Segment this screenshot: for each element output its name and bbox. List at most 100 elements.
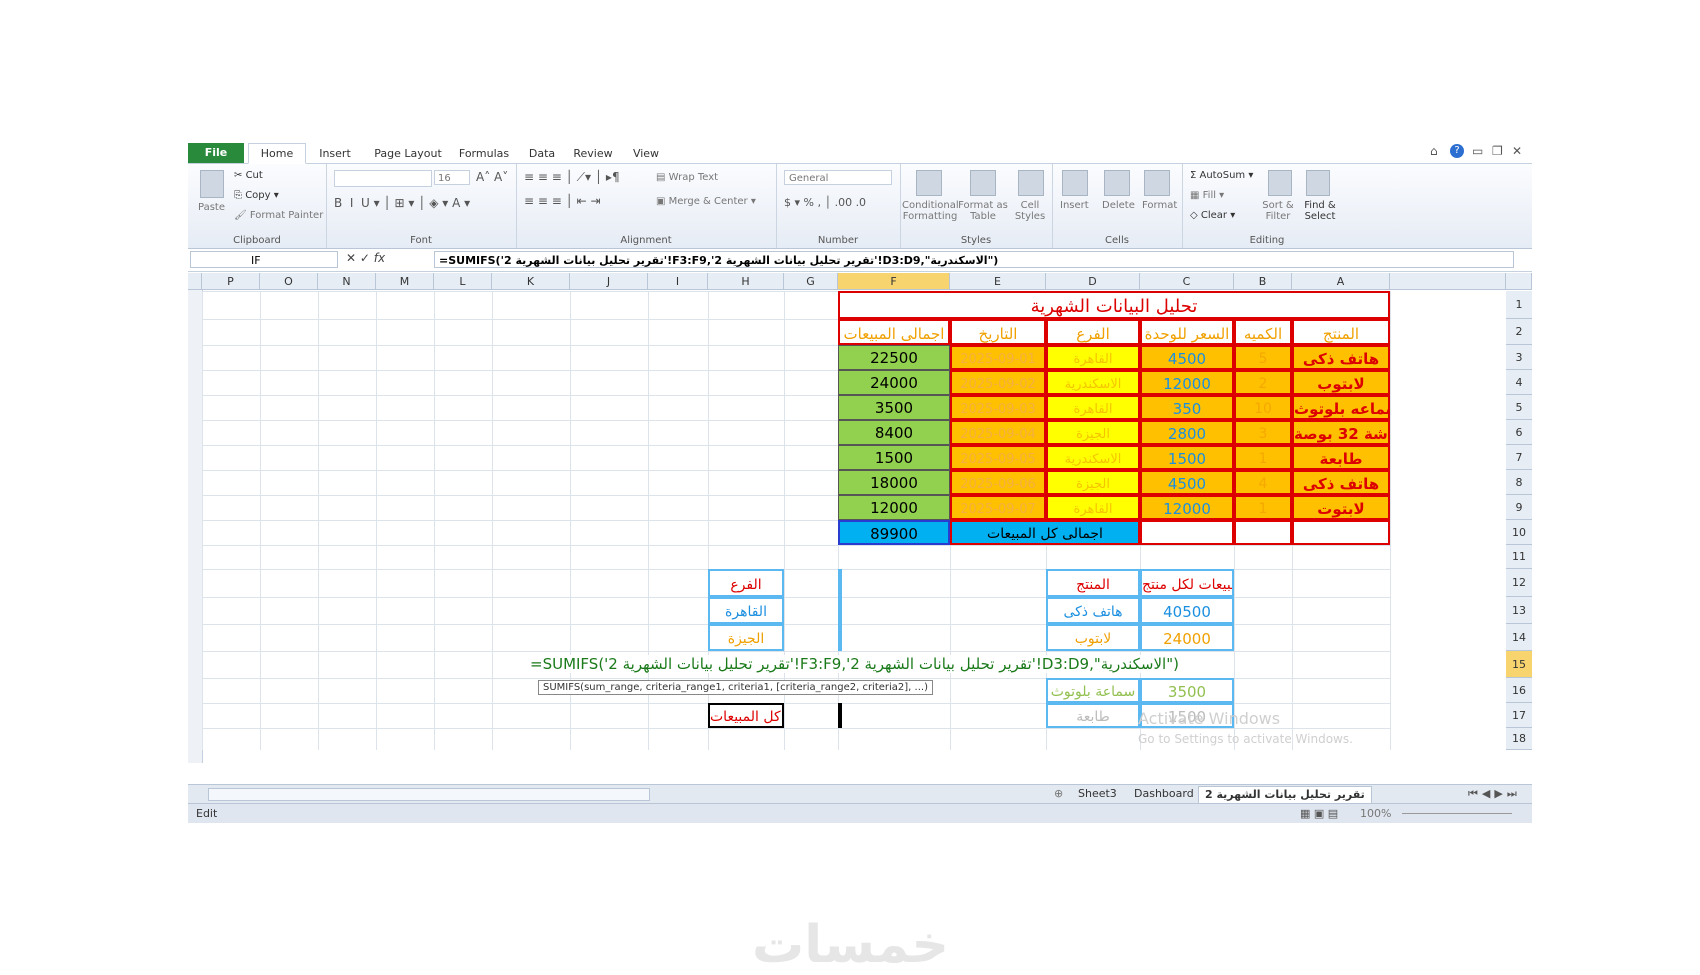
branch-cell[interactable]: الجيزة bbox=[1046, 470, 1140, 495]
window-close-icon[interactable]: ✕ bbox=[1512, 144, 1522, 158]
date-cell[interactable]: 2025-09-07 bbox=[950, 495, 1046, 520]
format-cells-icon[interactable] bbox=[1144, 170, 1170, 196]
sheet-nav-icons[interactable]: ⏮◀▶⏭ bbox=[1468, 786, 1521, 802]
branch-summary-name[interactable]: الجيزة bbox=[708, 624, 784, 651]
branch-cell[interactable]: الاسكندرية bbox=[1046, 445, 1140, 470]
column-header-j[interactable]: J bbox=[570, 273, 648, 290]
date-cell[interactable]: 2025-09-05 bbox=[950, 445, 1046, 470]
row-header-5[interactable]: 5 bbox=[1506, 395, 1532, 420]
date-cell[interactable]: 2025-09-02 bbox=[950, 370, 1046, 395]
row-header-18[interactable]: 18 bbox=[1506, 728, 1532, 750]
align-left-icons[interactable]: ≡ ≡ ≡ │ ⇤ ⇥ bbox=[524, 194, 601, 208]
row-header-12[interactable]: 12 bbox=[1506, 569, 1532, 597]
row-header-10[interactable]: 10 bbox=[1506, 520, 1532, 545]
branch-summary-branch-header[interactable]: الفرع bbox=[708, 569, 784, 597]
insert-button[interactable]: Insert bbox=[1060, 200, 1089, 211]
branch-summary-name[interactable]: القاهرة bbox=[708, 597, 784, 624]
insert-cells-icon[interactable] bbox=[1062, 170, 1088, 196]
header-cell[interactable]: الكميه bbox=[1234, 319, 1292, 345]
tab-view[interactable]: View bbox=[626, 144, 666, 163]
font-size-dropdown[interactable]: 16 bbox=[434, 170, 470, 185]
row-header-1[interactable]: 1 bbox=[1506, 291, 1532, 319]
header-cell[interactable]: المنتج bbox=[1292, 319, 1390, 345]
sales-cell[interactable]: 1500 bbox=[838, 445, 950, 470]
tab-page-layout[interactable]: Page Layout bbox=[368, 144, 448, 163]
row-header-2[interactable]: 2 bbox=[1506, 319, 1532, 345]
column-header-p[interactable]: P bbox=[202, 273, 260, 290]
number-format-dropdown[interactable]: General bbox=[784, 170, 892, 185]
date-cell[interactable]: 2025-09-01 bbox=[950, 345, 1046, 370]
product-summary-name[interactable]: سماعة بلوتوث bbox=[1046, 678, 1140, 703]
horizontal-scrollbar[interactable] bbox=[208, 788, 650, 801]
sales-cell[interactable]: 24000 bbox=[838, 370, 950, 395]
header-cell[interactable]: الفرع bbox=[1046, 319, 1140, 345]
formula-bar-icons[interactable]: ✕ ✓ fx bbox=[346, 251, 385, 265]
branch-summary-total-header[interactable]: اجمالى المبيعات لكل فرع bbox=[838, 569, 842, 597]
product-summary-product-header[interactable]: المنتج bbox=[1046, 569, 1140, 597]
row-header-9[interactable]: 9 bbox=[1506, 495, 1532, 520]
column-header-n[interactable]: N bbox=[318, 273, 376, 290]
branch-cell[interactable]: القاهرة bbox=[1046, 495, 1140, 520]
product-summary-name[interactable]: لابتوب bbox=[1046, 624, 1140, 651]
main-title-cell[interactable]: تحليل البيانات الشهرية bbox=[838, 291, 1390, 319]
autosum-button[interactable]: Σ AutoSum ▾ bbox=[1190, 170, 1253, 181]
product-summary-value[interactable]: 3500 bbox=[1140, 678, 1234, 703]
quantity-cell[interactable]: 3 bbox=[1234, 420, 1292, 445]
view-buttons[interactable]: ▦ ▣ ▤ bbox=[1300, 804, 1338, 823]
quantity-cell[interactable]: 1 bbox=[1234, 495, 1292, 520]
row-header-8[interactable]: 8 bbox=[1506, 470, 1532, 495]
paste-icon[interactable] bbox=[200, 170, 224, 198]
inline-formula-editor[interactable]: =SUMIFS('2 تقرير تحليل بيانات الشهرية'!F… bbox=[530, 655, 1179, 673]
branch-summary-value[interactable]: 26400 bbox=[838, 624, 842, 651]
row-header-7[interactable]: 7 bbox=[1506, 445, 1532, 470]
cell-styles-icon[interactable] bbox=[1018, 170, 1044, 196]
conditional-formatting-icon[interactable] bbox=[916, 170, 942, 196]
unit-price-cell[interactable]: 1500 bbox=[1140, 445, 1234, 470]
product-summary-value[interactable]: 24000 bbox=[1140, 624, 1234, 651]
total-label-cell[interactable]: اجمالى كل المبيعات bbox=[950, 520, 1140, 545]
format-as-table-icon[interactable] bbox=[970, 170, 996, 196]
format-painter-button[interactable]: 🖌 Format Painter bbox=[234, 210, 323, 221]
enter-icon[interactable]: ✓ bbox=[360, 251, 370, 265]
formula-input[interactable]: =SUMIFS('2 تقرير تحليل بيانات الشهرية'!F… bbox=[434, 251, 1514, 268]
product-summary-total-header[interactable]: اجمالى المبيعات لكل منتج bbox=[1140, 569, 1234, 597]
fill-button[interactable]: ▦ Fill ▾ bbox=[1190, 190, 1224, 201]
product-summary-name[interactable]: هاتف ذكى bbox=[1046, 597, 1140, 624]
unit-price-cell[interactable]: 4500 bbox=[1140, 345, 1234, 370]
column-header-a[interactable]: A bbox=[1292, 273, 1390, 290]
product-summary-value[interactable]: 40500 bbox=[1140, 597, 1234, 624]
format-as-table-button[interactable]: Format as Table bbox=[958, 200, 1008, 222]
tab-review[interactable]: Review bbox=[568, 144, 618, 163]
find-select-button[interactable]: Find & Select bbox=[1298, 200, 1342, 222]
product-cell[interactable]: هاتف ذكى bbox=[1292, 345, 1390, 370]
row-header-13[interactable]: 13 bbox=[1506, 597, 1532, 624]
product-cell[interactable]: لابتوت bbox=[1292, 495, 1390, 520]
sales-cell[interactable]: 12000 bbox=[838, 495, 950, 520]
merge-center-button[interactable]: ▣ Merge & Center ▾ bbox=[656, 196, 756, 207]
column-header-g[interactable]: G bbox=[784, 273, 838, 290]
quantity-cell[interactable]: 4 bbox=[1234, 470, 1292, 495]
row-header-6[interactable]: 6 bbox=[1506, 420, 1532, 445]
format-button[interactable]: Format bbox=[1142, 200, 1177, 211]
date-cell[interactable]: 2025-09-04 bbox=[950, 420, 1046, 445]
column-header-k[interactable]: K bbox=[492, 273, 570, 290]
sales-cell[interactable]: 18000 bbox=[838, 470, 950, 495]
column-header-e[interactable]: E bbox=[950, 273, 1046, 290]
number-format-icons[interactable]: $ ▾ % ‚ │ .00 .0 bbox=[784, 196, 866, 209]
clear-button[interactable]: ◇ Clear ▾ bbox=[1190, 210, 1235, 221]
help-icon[interactable]: ? bbox=[1450, 144, 1464, 158]
product-cell[interactable]: طابعة bbox=[1292, 445, 1390, 470]
grand-total-value[interactable]: 89900 bbox=[838, 703, 842, 728]
paste-button[interactable]: Paste bbox=[198, 202, 225, 213]
quantity-cell[interactable]: 5 bbox=[1234, 345, 1292, 370]
product-cell[interactable]: لابتوب bbox=[1292, 370, 1390, 395]
unit-price-cell[interactable]: 12000 bbox=[1140, 495, 1234, 520]
sort-filter-button[interactable]: Sort & Filter bbox=[1258, 200, 1298, 222]
fx-icon[interactable]: fx bbox=[374, 251, 385, 265]
cancel-icon[interactable]: ✕ bbox=[346, 251, 356, 265]
sales-cell[interactable]: 8400 bbox=[838, 420, 950, 445]
copy-button[interactable]: ⎘ Copy ▾ bbox=[234, 190, 279, 201]
sheet-tab-active[interactable]: 2 تقرير تحليل بيانات الشهرية bbox=[1198, 786, 1372, 804]
name-box[interactable]: IF bbox=[190, 251, 338, 268]
sales-cell[interactable]: 3500 bbox=[838, 395, 950, 420]
